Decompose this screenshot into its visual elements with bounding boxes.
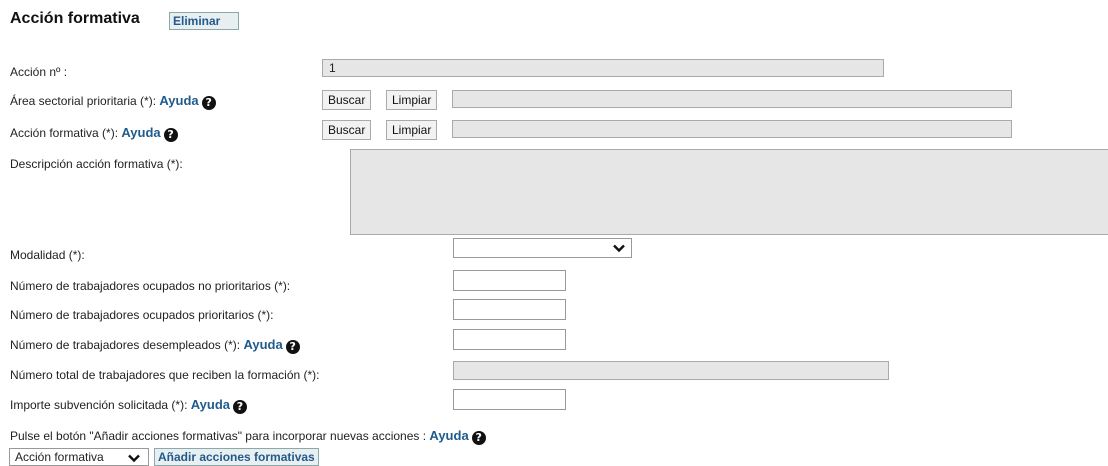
desempleados-input[interactable]: [453, 329, 566, 350]
area-search-button[interactable]: Buscar: [322, 90, 372, 110]
importe-help-link[interactable]: Ayuda: [191, 397, 230, 412]
prioritarios-input[interactable]: [453, 299, 566, 320]
accion-type-select[interactable]: Acción formativa: [9, 448, 149, 466]
page-title: Acción formativa: [10, 10, 140, 27]
accion-num-field: 1: [322, 59, 884, 77]
accion-help-link[interactable]: Ayuda: [121, 125, 160, 140]
desempleados-help-link[interactable]: Ayuda: [243, 337, 282, 352]
accion-search-button[interactable]: Buscar: [322, 120, 372, 140]
modalidad-select[interactable]: [453, 238, 632, 258]
accion-label: Acción formativa (*):: [10, 126, 122, 140]
question-circle-icon[interactable]: ?: [163, 128, 178, 142]
question-circle-icon[interactable]: ?: [471, 431, 486, 445]
area-row-label: Área sectorial prioritaria (*): Ayuda?: [10, 93, 216, 110]
desempleados-label: Número de trabajadores desempleados (*):: [10, 338, 244, 352]
modalidad-label: Modalidad (*):: [10, 248, 85, 262]
question-circle-icon[interactable]: ?: [201, 96, 216, 110]
importe-label: Importe subvención solicitada (*):: [10, 398, 191, 412]
desempleados-row-label: Número de trabajadores desempleados (*):…: [10, 337, 300, 354]
area-clear-button[interactable]: Limpiar: [386, 90, 438, 110]
add-help-link[interactable]: Ayuda: [429, 428, 468, 443]
accion-clear-button[interactable]: Limpiar: [386, 120, 438, 140]
total-label: Número total de trabajadores que reciben…: [10, 368, 320, 382]
chevron-down-icon: [128, 454, 140, 463]
accion-type-value: Acción formativa: [15, 450, 104, 464]
no-prioritarios-input[interactable]: [453, 270, 566, 291]
question-circle-icon[interactable]: ?: [285, 340, 300, 354]
importe-row-label: Importe subvención solicitada (*): Ayuda…: [10, 397, 247, 414]
no-prioritarios-label: Número de trabajadores ocupados no prior…: [10, 279, 291, 293]
add-note-row: Pulse el botón "Añadir acciones formativ…: [10, 428, 486, 445]
descripcion-label: Descripción acción formativa (*):: [10, 157, 183, 171]
delete-button[interactable]: Eliminar: [169, 12, 239, 30]
importe-input[interactable]: [453, 389, 566, 410]
accion-num-label: Acción nº :: [10, 65, 68, 79]
accion-row-label: Acción formativa (*): Ayuda?: [10, 125, 178, 142]
chevron-down-icon: [613, 244, 625, 253]
prioritarios-label: Número de trabajadores ocupados priorita…: [10, 308, 274, 322]
add-note-text: Pulse el botón "Añadir acciones formativ…: [10, 429, 430, 443]
total-field: [453, 361, 889, 380]
question-circle-icon[interactable]: ?: [233, 400, 247, 414]
area-help-link[interactable]: Ayuda: [159, 93, 198, 108]
descripcion-textarea[interactable]: [350, 149, 1108, 235]
area-field: [452, 90, 1012, 108]
add-acciones-button[interactable]: Añadir acciones formativas: [154, 448, 319, 466]
accion-field: [452, 120, 1012, 138]
area-label: Área sectorial prioritaria (*):: [10, 94, 160, 108]
